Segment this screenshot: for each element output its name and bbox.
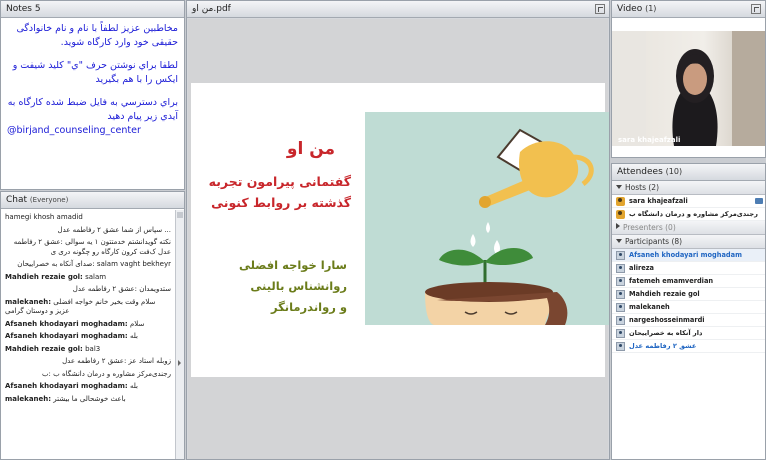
participant-icon: [616, 251, 625, 260]
note-line: براي دسترسي به فايل ضبط شده كارگاه به آي…: [7, 97, 178, 122]
notes-title: Notes: [6, 4, 32, 14]
notes-header: Notes 5: [1, 1, 184, 18]
chat-message: زوبله استاد عز :عشق ۲ رفاطمه عدل: [62, 357, 171, 365]
chat-message: Afsaneh khodayari moghadam: بله: [5, 382, 138, 390]
speaker-figure-icon: [612, 31, 765, 146]
camera-icon: [755, 198, 763, 204]
note-line: لطفا براي نوشتن حرف "ي" كليد شيفت و ايكس…: [12, 60, 178, 85]
chat-message: ... سپاس از شما عشق ۲ رفاطمه عدل: [57, 225, 171, 234]
chat-title: Chat: [6, 195, 28, 205]
chat-scroll-thumb[interactable]: [177, 212, 183, 218]
host-icon: [616, 210, 625, 219]
webcam-feed: [612, 31, 765, 146]
attendee-row[interactable]: رجندی‌مرکز مشاوره و درمان دانشگاه ب: [612, 208, 765, 221]
chat-message: hamegi khosh amadid: [5, 213, 83, 221]
document-filename: من او.pdf: [192, 4, 231, 14]
notes-count: 5: [34, 4, 41, 14]
notes-pod: Notes 5 مخاطبین عزیز لطفاً با نام و نام …: [0, 0, 185, 190]
presenters-group-toggle[interactable]: Presenters (0): [612, 221, 765, 235]
share-header: من او.pdf: [187, 1, 609, 18]
attendees-header: Attendees (10): [612, 164, 765, 181]
chevron-down-icon: [616, 239, 622, 243]
meeting-window: Notes 5 مخاطبین عزیز لطفاً با نام و نام …: [0, 0, 766, 460]
attendees-pod: Attendees (10) Hosts (2) sara khajeafzal…: [611, 163, 766, 460]
chat-message: نکته گویدانشتم خدمتتون ۱ یه سوالی :عشق ۲…: [13, 238, 171, 256]
attendee-row[interactable]: fatemeh emamverdian: [612, 275, 765, 288]
chat-message: malekaneh: سلام وقت بخیر خانم خواجه افضل…: [5, 297, 156, 316]
attendee-row[interactable]: دار آنکاه به خصراییحان: [612, 327, 765, 340]
maximize-icon[interactable]: [595, 4, 605, 14]
attendee-row[interactable]: عشق ۲ رفاطمه عدل: [612, 340, 765, 353]
attendee-row[interactable]: Afsaneh khodayari moghadam: [612, 249, 765, 262]
author-line: و رواندرمانگر: [270, 300, 347, 314]
chat-pod: Chat (Everyone) hamegi khosh amadid ... …: [0, 191, 185, 460]
watering-can-icon: [479, 141, 594, 208]
participant-icon: [616, 303, 625, 312]
note-handle: @birjand_counseling_center: [7, 125, 141, 136]
chat-header: Chat (Everyone): [1, 192, 184, 209]
chevron-down-icon: [616, 185, 622, 189]
chat-message: Mahdieh rezaie gol: bal3: [5, 344, 101, 353]
slide-author: سارا خواجه افضلی روانشناس بالینی و رواند…: [191, 255, 347, 318]
author-line: سارا خواجه افضلی: [238, 258, 347, 272]
attendees-title: Attendees: [617, 167, 663, 177]
video-title: Video: [617, 4, 643, 14]
attendee-row[interactable]: sara khajeafzali: [612, 195, 765, 208]
chat-message: رجندی‌مرکز مشاوره و درمان دانشگاه ب :ب: [41, 369, 171, 378]
video-pod: Video (1) sara khajeafzali: [611, 0, 766, 158]
attendee-row[interactable]: Mahdieh rezaie gol: [612, 288, 765, 301]
slide-page: من او گفتمانی پیرامون تجربه گذشته بر روا…: [191, 83, 609, 377]
chat-scroll-arrow-icon[interactable]: [178, 360, 181, 366]
chevron-right-icon: [616, 223, 620, 229]
attendee-row[interactable]: malekaneh: [612, 301, 765, 314]
maximize-icon[interactable]: [751, 4, 761, 14]
participant-icon: [616, 342, 625, 351]
attendee-row[interactable]: alireza: [612, 262, 765, 275]
document-viewer: من او گفتمانی پیرامون تجربه گذشته بر روا…: [188, 19, 609, 459]
video-header: Video (1): [612, 1, 765, 18]
participant-icon: [616, 264, 625, 273]
slide-illustration: [365, 112, 609, 326]
chat-message: Mahdieh rezaie gol: salam: [5, 272, 107, 281]
chat-message: Afsaneh khodayari moghadam: سلام: [5, 319, 145, 328]
speaker-name: sara khajeafzali: [618, 136, 681, 144]
water-drops: [470, 222, 500, 255]
chat-messages: hamegi khosh amadid ... سپاس از شما عشق …: [1, 210, 175, 459]
participant-icon: [616, 329, 625, 338]
participant-icon: [616, 277, 625, 286]
hosts-group-toggle[interactable]: Hosts (2): [612, 181, 765, 195]
participant-icon: [616, 290, 625, 299]
chat-message: malekaneh: باعث خوشحالی ما بیشتر: [5, 394, 126, 403]
chat-message: Afsaneh khodayari moghadam: بله: [5, 332, 138, 340]
host-icon: [616, 197, 625, 206]
slide-title: من او: [286, 139, 336, 159]
note-line: مخاطبین عزیز لطفاً با نام و نام خانوادگی…: [16, 23, 178, 48]
chat-scrollbar[interactable]: [175, 210, 184, 459]
head-illustration: [425, 282, 568, 326]
slide-subtitle: گفتمانی پیرامون تجربه گذشته بر روابط کنو…: [208, 174, 351, 210]
participant-icon: [616, 316, 625, 325]
video-count: (1): [645, 4, 657, 13]
attendee-row[interactable]: nargeshosseinmardi: [612, 314, 765, 327]
share-pod: من او.pdf من او گفتمانی پیرامون تجربه گذ…: [186, 0, 610, 460]
chat-message: salam vaght bekheyr :صدای آنکاه به خصرای…: [17, 260, 171, 268]
attendees-count: (10): [665, 167, 683, 176]
author-line: روانشناس بالینی: [250, 279, 347, 293]
notes-content: مخاطبین عزیز لطفاً با نام و نام خانوادگی…: [1, 18, 184, 151]
chat-scope: (Everyone): [29, 196, 69, 204]
participants-group-toggle[interactable]: Participants (8): [612, 235, 765, 249]
watering-can-head-illustration: [425, 128, 594, 326]
chat-message: ستدویمدان :عشق ۲ رفاطمه عدل: [72, 285, 171, 293]
